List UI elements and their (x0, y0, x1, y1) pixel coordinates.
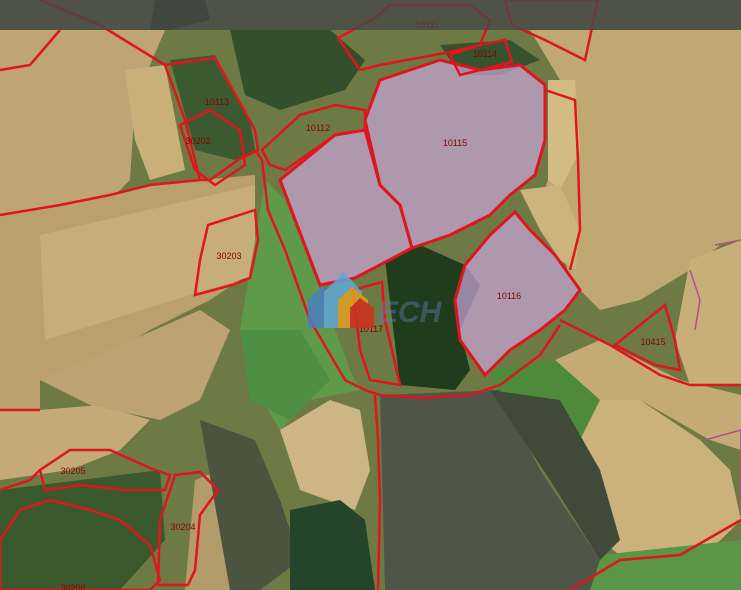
label-30205: 30205 (60, 466, 85, 476)
watermark-text: ЕСН (378, 296, 443, 329)
label-10115: 10115 (443, 138, 467, 148)
label-10415: 10415 (640, 337, 665, 347)
label-10114: 10114 (473, 49, 497, 59)
satellite-map[interactable]: 10111 10114 10113 10112 10115 30202 3020… (0, 0, 741, 590)
label-30202: 30202 (185, 136, 210, 146)
label-10112: 10112 (306, 123, 330, 133)
label-30204: 30204 (170, 522, 195, 532)
label-10113: 10113 (205, 97, 229, 107)
top-overlay-bar (0, 0, 741, 30)
label-10116: 10116 (497, 291, 521, 301)
label-30203: 30203 (216, 251, 241, 261)
map-canvas: 10111 10114 10113 10112 10115 30202 3020… (0, 0, 741, 590)
label-30206: 30206 (60, 583, 85, 590)
